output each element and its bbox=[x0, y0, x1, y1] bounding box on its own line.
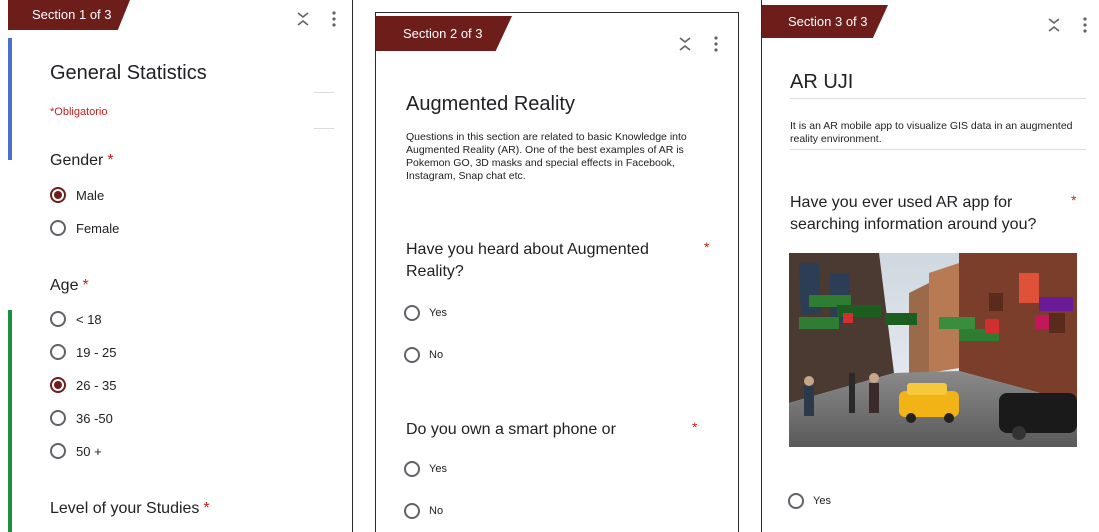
form-section-2: Section 2 of 3 Augmented Reality Questio… bbox=[375, 12, 739, 532]
option-label: Yes bbox=[429, 307, 447, 319]
section-accent-bar bbox=[8, 310, 12, 532]
radio-option-yes[interactable]: Yes bbox=[404, 305, 447, 321]
question-used-ar-app: Have you ever used AR app for searching … bbox=[790, 194, 1037, 233]
option-label: 36 -50 bbox=[76, 410, 113, 426]
radio-option-26-35[interactable]: 26 - 35 bbox=[50, 377, 116, 393]
radio-option-no[interactable]: No bbox=[404, 503, 443, 519]
more-vert-icon[interactable] bbox=[1083, 17, 1087, 33]
option-label: Female bbox=[76, 220, 120, 236]
divider bbox=[790, 149, 1086, 150]
required-asterisk: * bbox=[82, 277, 89, 294]
option-label: No bbox=[429, 505, 444, 517]
section-toolbar bbox=[678, 35, 718, 53]
option-label: 26 - 35 bbox=[76, 377, 117, 393]
radio-option-male[interactable]: Male bbox=[50, 187, 104, 203]
question-gender: Gender * bbox=[50, 150, 114, 172]
divider bbox=[790, 98, 1086, 99]
radio-option-19-25[interactable]: 19 - 25 bbox=[50, 344, 116, 360]
form-section-1: Section 1 of 3 General Statistics *Oblig… bbox=[8, 0, 353, 532]
radio-option-no[interactable]: No bbox=[404, 347, 443, 363]
radio-icon[interactable] bbox=[404, 503, 420, 519]
required-asterisk: * bbox=[704, 239, 710, 255]
option-label: No bbox=[429, 349, 444, 361]
collapse-icon[interactable] bbox=[1047, 16, 1061, 34]
radio-icon[interactable] bbox=[788, 493, 804, 509]
required-asterisk: * bbox=[203, 500, 210, 517]
radio-checked-icon[interactable] bbox=[50, 187, 66, 203]
radio-option-yes[interactable]: Yes bbox=[788, 493, 831, 509]
question-studies: Level of your Studies * bbox=[50, 498, 210, 520]
radio-option-36-50[interactable]: 36 -50 bbox=[50, 410, 113, 426]
option-label: Yes bbox=[813, 495, 831, 507]
section-title: General Statistics bbox=[50, 62, 207, 84]
question-label: Level of your Studies bbox=[50, 500, 200, 517]
option-label: < 18 bbox=[76, 311, 102, 327]
option-label: Yes bbox=[429, 463, 447, 475]
radio-icon[interactable] bbox=[404, 305, 420, 321]
divider bbox=[314, 128, 334, 129]
option-label: Male bbox=[76, 187, 105, 203]
radio-icon[interactable] bbox=[50, 220, 66, 236]
question-age: Age * bbox=[50, 275, 89, 297]
section-tab: Section 3 of 3 bbox=[762, 5, 888, 38]
section-title: Augmented Reality bbox=[406, 93, 575, 115]
section-tab: Section 1 of 3 bbox=[8, 0, 130, 30]
ar-street-image bbox=[789, 253, 1077, 447]
radio-icon[interactable] bbox=[50, 410, 66, 426]
section-toolbar bbox=[296, 10, 336, 28]
more-vert-icon[interactable] bbox=[714, 36, 718, 52]
form-section-3: Section 3 of 3 AR UJI It is an AR mobile… bbox=[761, 0, 1099, 532]
section-tab: Section 2 of 3 bbox=[376, 16, 512, 51]
focus-accent-bar bbox=[8, 38, 12, 160]
radio-option-yes[interactable]: Yes bbox=[404, 461, 447, 477]
divider bbox=[314, 92, 334, 93]
required-note: *Obligatorio bbox=[50, 106, 108, 118]
radio-icon[interactable] bbox=[50, 311, 66, 327]
radio-option-female[interactable]: Female bbox=[50, 220, 119, 236]
collapse-icon[interactable] bbox=[678, 35, 692, 53]
option-label: 50 + bbox=[76, 443, 102, 459]
section-description: Questions in this section are related to… bbox=[406, 131, 687, 182]
question-heard-ar: Have you heard about Augmented Reality? bbox=[406, 241, 649, 280]
collapse-icon[interactable] bbox=[296, 10, 310, 28]
section-toolbar bbox=[1047, 16, 1087, 34]
radio-checked-icon[interactable] bbox=[50, 377, 66, 393]
required-asterisk: * bbox=[692, 419, 698, 435]
section-title: AR UJI bbox=[790, 71, 854, 93]
question-label: Age bbox=[50, 277, 79, 294]
required-asterisk: * bbox=[107, 152, 114, 169]
section-description: It is an AR mobile app to visualize GIS … bbox=[790, 120, 1073, 145]
question-label: Gender bbox=[50, 152, 104, 169]
radio-option-under-18[interactable]: < 18 bbox=[50, 311, 102, 327]
more-vert-icon[interactable] bbox=[332, 11, 336, 27]
radio-icon[interactable] bbox=[404, 347, 420, 363]
radio-icon[interactable] bbox=[50, 443, 66, 459]
option-label: 19 - 25 bbox=[76, 344, 117, 360]
radio-option-50-plus[interactable]: 50 + bbox=[50, 443, 102, 459]
radio-icon[interactable] bbox=[50, 344, 66, 360]
radio-icon[interactable] bbox=[404, 461, 420, 477]
question-own-smartphone: Do you own a smart phone or bbox=[406, 421, 616, 438]
required-asterisk: * bbox=[1071, 192, 1077, 208]
